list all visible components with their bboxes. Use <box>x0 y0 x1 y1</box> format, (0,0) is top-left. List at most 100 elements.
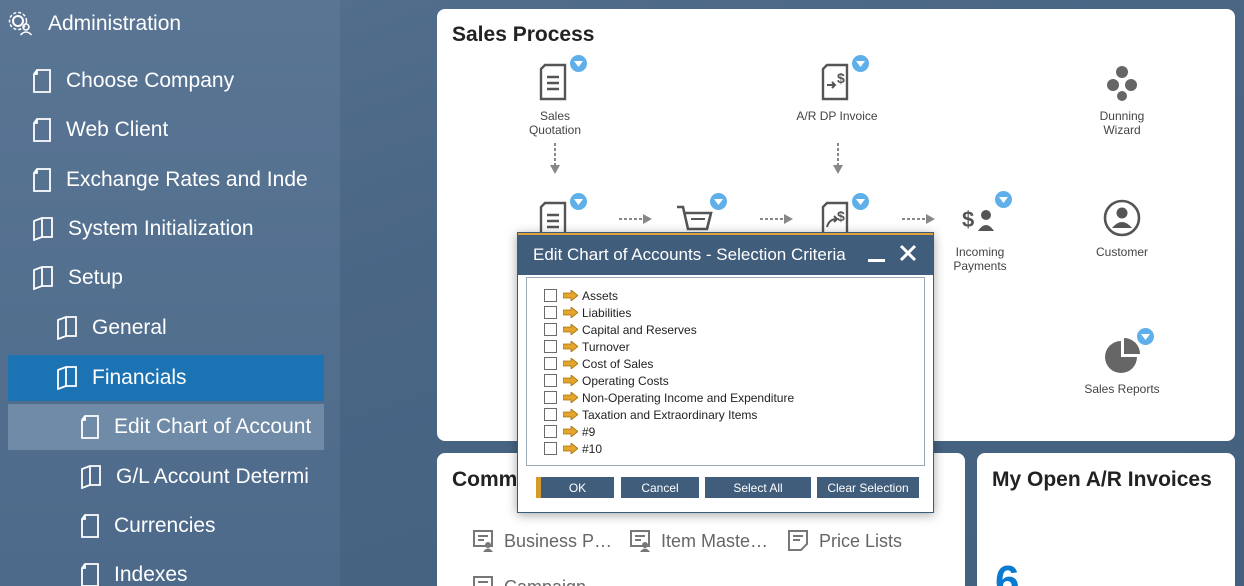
criteria-label: Turnover <box>582 339 630 354</box>
nav-item-label: Setup <box>68 266 123 289</box>
select-all-button[interactable]: Select All <box>705 477 811 498</box>
checkbox[interactable] <box>544 306 557 319</box>
common-fn-label: Campaign <box>504 577 586 586</box>
dropdown-badge[interactable] <box>852 55 869 72</box>
flow-node-sales-quotation[interactable]: Sales Quotation <box>495 55 615 137</box>
dropdown-badge[interactable] <box>995 191 1012 208</box>
criteria-row-taxation[interactable]: Taxation and Extraordinary Items <box>544 406 757 423</box>
ok-button[interactable]: OK <box>536 477 614 498</box>
criteria-row-non-operating[interactable]: Non-Operating Income and Expenditure <box>544 389 794 406</box>
criteria-label: #9 <box>582 424 596 439</box>
folder-icon <box>33 217 53 241</box>
checkbox[interactable] <box>544 442 557 455</box>
arrow-right-icon <box>563 392 578 403</box>
nav-item-general[interactable]: General <box>8 305 324 351</box>
flow-node-label: Sales Reports <box>1084 382 1160 396</box>
close-icon[interactable] <box>899 244 917 262</box>
flow-node-customer[interactable]: Customer <box>1062 197 1182 259</box>
nav-item-label: Edit Chart of Account <box>114 415 312 438</box>
dropdown-badge[interactable] <box>570 55 587 72</box>
flow-node-sales-reports[interactable]: Sales Reports <box>1062 328 1182 396</box>
checkbox[interactable] <box>544 289 557 302</box>
criteria-row-liabilities[interactable]: Liabilities <box>544 304 631 321</box>
nav-item-gl-account-determination[interactable]: G/L Account Determi <box>8 454 324 500</box>
criteria-label: Operating Costs <box>582 373 669 388</box>
dropdown-badge[interactable] <box>852 193 869 210</box>
nav-item-label: Indexes <box>114 563 188 586</box>
nav-root-administration[interactable]: Administration <box>8 8 181 40</box>
common-fn-business-partner[interactable]: Business P… <box>472 529 612 553</box>
dropdown-badge[interactable] <box>710 193 727 210</box>
campaign-icon <box>473 576 493 586</box>
navigation-panel: Administration Choose Company Web Client… <box>0 0 340 586</box>
flow-node-label: Dunning Wizard <box>1099 109 1145 137</box>
criteria-row-assets[interactable]: Assets <box>544 287 618 304</box>
checkbox[interactable] <box>544 357 557 370</box>
clear-selection-button[interactable]: Clear Selection <box>817 477 919 498</box>
checkbox[interactable] <box>544 374 557 387</box>
criteria-row-capital-reserves[interactable]: Capital and Reserves <box>544 321 697 338</box>
flow-node-dunning-wizard[interactable]: Dunning Wizard <box>1062 61 1182 137</box>
chevron-down-icon <box>1141 333 1150 340</box>
nav-item-label: General <box>92 316 167 339</box>
nav-item-exchange-rates[interactable]: Exchange Rates and Inde <box>8 157 324 203</box>
criteria-row-cost-of-sales[interactable]: Cost of Sales <box>544 355 653 372</box>
nav-item-choose-company[interactable]: Choose Company <box>8 58 324 104</box>
checkbox[interactable] <box>544 425 557 438</box>
criteria-row-9[interactable]: #9 <box>544 423 595 440</box>
nav-item-label: Financials <box>92 366 187 389</box>
price-list-icon <box>788 530 808 551</box>
business-partner-icon <box>473 530 493 552</box>
dialog-header[interactable]: Edit Chart of Accounts - Selection Crite… <box>518 233 933 275</box>
document-icon <box>81 514 99 538</box>
document-icon <box>81 563 99 586</box>
arrow-right-icon <box>563 290 578 301</box>
criteria-row-operating-costs[interactable]: Operating Costs <box>544 372 669 389</box>
nav-item-edit-chart-of-accounts[interactable]: Edit Chart of Account <box>8 404 324 450</box>
criteria-label: Non-Operating Income and Expenditure <box>582 390 795 405</box>
criteria-row-turnover[interactable]: Turnover <box>544 338 630 355</box>
folder-icon <box>57 366 77 390</box>
checkbox[interactable] <box>544 340 557 353</box>
flow-node-ar-dp-invoice[interactable]: $ A/R DP Invoice <box>777 55 897 123</box>
svg-text:$: $ <box>837 70 845 86</box>
nav-item-label: Currencies <box>114 514 216 537</box>
checkbox[interactable] <box>544 408 557 421</box>
arrow-right-icon <box>563 443 578 454</box>
nav-item-web-client[interactable]: Web Client <box>8 107 324 153</box>
nav-item-financials[interactable]: Financials <box>8 355 324 401</box>
arrow-right-icon <box>563 307 578 318</box>
nav-item-setup[interactable]: Setup <box>8 255 324 301</box>
chevron-down-icon <box>999 196 1008 203</box>
svg-text:$: $ <box>962 207 974 232</box>
dropdown-badge[interactable] <box>570 193 587 210</box>
open-ar-invoices-count[interactable]: 6 <box>995 557 1019 586</box>
chevron-down-icon <box>856 198 865 205</box>
nav-item-indexes[interactable]: Indexes <box>8 552 324 586</box>
arrow-right-icon <box>563 324 578 335</box>
criteria-row-10[interactable]: #10 <box>544 440 602 457</box>
chevron-down-icon <box>574 198 583 205</box>
svg-text:$: $ <box>837 208 845 224</box>
arrow-right-icon <box>563 409 578 420</box>
criteria-list: Assets Liabilities Capital and Reserves … <box>526 277 925 466</box>
nav-item-system-initialization[interactable]: System Initialization <box>8 206 324 252</box>
criteria-label: Capital and Reserves <box>582 322 697 337</box>
common-fn-price-lists[interactable]: Price Lists <box>787 529 902 553</box>
common-fn-campaign[interactable]: Campaign <box>472 575 586 586</box>
checkbox[interactable] <box>544 323 557 336</box>
open-ar-invoices-title: My Open A/R Invoices <box>992 468 1212 491</box>
common-fn-label: Price Lists <box>819 530 903 551</box>
arrow-right-icon <box>563 426 578 437</box>
common-functions-title: Comm <box>452 468 518 491</box>
open-ar-invoices-panel: My Open A/R Invoices 6 <box>977 453 1235 586</box>
minimize-button[interactable] <box>868 259 885 262</box>
common-fn-label: Item Maste… <box>661 530 769 551</box>
cancel-button[interactable]: Cancel <box>621 477 699 498</box>
flow-node-incoming-payments[interactable]: $ Incoming Payments <box>920 191 1040 273</box>
nav-item-currencies[interactable]: Currencies <box>8 503 324 549</box>
dropdown-badge[interactable] <box>1137 328 1154 345</box>
common-fn-item-master[interactable]: Item Maste… <box>629 529 768 553</box>
nav-item-label: System Initialization <box>68 217 254 240</box>
checkbox[interactable] <box>544 391 557 404</box>
